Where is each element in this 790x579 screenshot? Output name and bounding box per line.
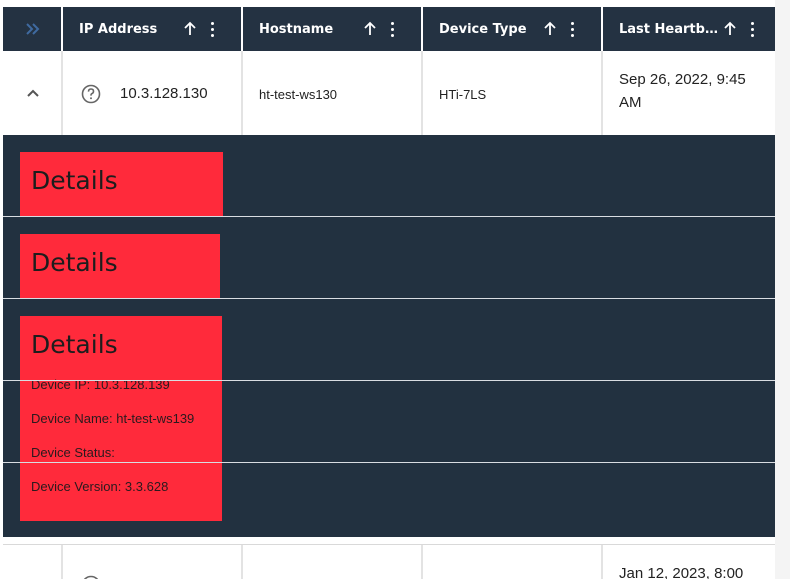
help-question-icon[interactable] — [81, 84, 101, 104]
device-type: HTi-7LS — [439, 87, 487, 102]
column-header-last-heartbeat[interactable]: Last Heartbe... — [603, 7, 775, 51]
row-toggle-cell — [3, 545, 63, 579]
row-detail-panel: Details Details Details Device IP: 10.3.… — [3, 135, 775, 537]
table-row[interactable]: Jan 12, 2023, 8:00 — [3, 544, 775, 579]
ip-address: 10.3.128.130 — [120, 85, 208, 102]
column-menu-icon[interactable] — [570, 22, 576, 38]
help-question-icon[interactable] — [81, 575, 101, 579]
column-menu-icon[interactable] — [210, 22, 216, 38]
column-label: Hostname — [259, 21, 334, 37]
table-row[interactable]: 10.3.128.130 ht-test-ws130 HTi-7LS Sep 2… — [3, 51, 775, 136]
column-label: IP Address — [79, 21, 158, 37]
details-card: Details Device IP: 10.3.128.139 Device N… — [20, 316, 222, 521]
column-header-ip-address[interactable]: IP Address — [63, 7, 243, 51]
expand-column-header — [3, 7, 63, 51]
column-menu-icon[interactable] — [390, 22, 396, 38]
details-title: Details — [31, 248, 118, 277]
heartbeat-line-2: AM — [619, 94, 642, 111]
details-title: Details — [31, 330, 118, 359]
column-label: Last Heartbe... — [619, 21, 719, 37]
double-chevron-right-icon — [26, 23, 40, 35]
table-header: IP Address Hostname Device Type Last Hea… — [3, 7, 775, 51]
device-version-line: Device Version: 3.3.628 — [31, 479, 169, 494]
details-title: Details — [31, 166, 118, 195]
details-card: Details — [20, 234, 220, 298]
divider — [3, 380, 775, 381]
ip-address-cell: 10.3.128.130 — [63, 51, 243, 135]
sort-arrow-up-icon[interactable] — [723, 21, 737, 37]
divider — [3, 298, 775, 299]
expand-all-button[interactable] — [3, 7, 63, 51]
hostname-cell: ht-test-ws130 — [243, 51, 423, 135]
last-heartbeat-cell: Jan 12, 2023, 8:00 — [603, 545, 775, 579]
sort-arrow-up-icon[interactable] — [543, 21, 557, 37]
scrollbar-track[interactable] — [775, 0, 790, 579]
hostname: ht-test-ws130 — [259, 87, 338, 102]
last-heartbeat-cell: Sep 26, 2022, 9:45 AM — [603, 51, 775, 135]
device-name-line: Device Name: ht-test-ws139 — [31, 411, 195, 426]
heartbeat-line-1: Sep 26, 2022, 9:45 — [619, 71, 746, 88]
divider — [3, 462, 775, 463]
chevron-up-icon[interactable] — [26, 88, 40, 98]
divider — [3, 216, 775, 217]
details-card: Details — [20, 152, 223, 216]
row-toggle-cell — [3, 51, 63, 135]
ip-address-cell — [63, 545, 243, 579]
device-type-cell: HTi-7LS — [423, 51, 603, 135]
sort-arrow-up-icon[interactable] — [183, 21, 197, 37]
column-label: Device Type — [439, 21, 527, 37]
device-table: IP Address Hostname Device Type Last Hea… — [3, 7, 775, 579]
column-header-device-type[interactable]: Device Type — [423, 7, 603, 51]
hostname-cell — [243, 545, 423, 579]
column-header-hostname[interactable]: Hostname — [243, 7, 423, 51]
sort-arrow-up-icon[interactable] — [363, 21, 377, 37]
column-menu-icon[interactable] — [750, 22, 756, 38]
heartbeat-line-1: Jan 12, 2023, 8:00 — [619, 565, 744, 579]
device-type-cell — [423, 545, 603, 579]
device-status-line: Device Status: — [31, 445, 115, 460]
